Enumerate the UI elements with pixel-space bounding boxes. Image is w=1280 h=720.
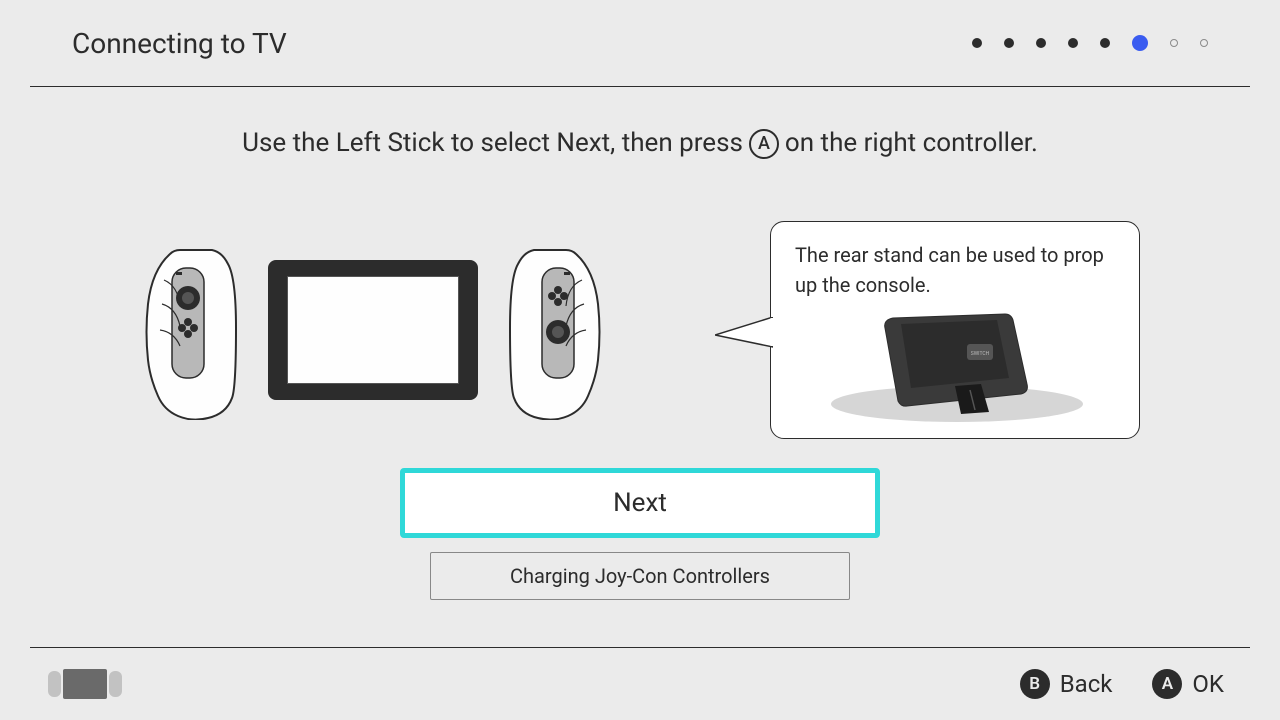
left-hand-joycon-icon — [140, 240, 240, 420]
console-kickstand-icon: SWITCH — [827, 308, 1087, 423]
step-dot — [1068, 38, 1078, 48]
b-button-icon: B — [1020, 669, 1050, 699]
next-button[interactable]: Next — [400, 468, 880, 538]
console-screen-icon — [287, 276, 459, 384]
instruction-pre: Use the Left Stick to select Next, then … — [242, 128, 743, 158]
step-dot — [1200, 39, 1208, 47]
page-title: Connecting to TV — [72, 27, 287, 60]
a-button-icon: A — [749, 129, 779, 159]
right-hand-joycon-icon — [506, 240, 606, 420]
callout-text: The rear stand can be used to prop up th… — [795, 240, 1119, 300]
charging-joycon-button[interactable]: Charging Joy-Con Controllers — [430, 552, 850, 600]
step-dot — [1170, 39, 1178, 47]
back-action[interactable]: B Back — [1020, 669, 1113, 699]
callout-tail-icon — [715, 317, 773, 353]
back-label: Back — [1060, 670, 1113, 698]
controller-status-icon — [48, 667, 122, 701]
console-tablet-icon — [268, 260, 478, 400]
footer: B Back A OK — [0, 648, 1280, 720]
illustration-area: The rear stand can be used to prop up th… — [140, 220, 1140, 440]
step-dot-current — [1132, 35, 1148, 51]
controllers-illustration — [140, 240, 606, 420]
header: Connecting to TV — [0, 0, 1280, 86]
ok-label: OK — [1192, 670, 1224, 698]
divider — [30, 86, 1250, 87]
footer-actions: B Back A OK — [1020, 669, 1224, 699]
step-dot — [1004, 38, 1014, 48]
button-stack: Next Charging Joy-Con Controllers — [0, 468, 1280, 600]
step-dot — [972, 38, 982, 48]
a-button-icon: A — [1152, 669, 1182, 699]
step-indicator — [972, 35, 1208, 51]
svg-text:SWITCH: SWITCH — [971, 351, 990, 357]
ok-action[interactable]: A OK — [1152, 669, 1224, 699]
instruction-text: Use the Left Stick to select Next, then … — [0, 128, 1280, 158]
step-dot — [1100, 38, 1110, 48]
info-callout: The rear stand can be used to prop up th… — [770, 221, 1140, 439]
step-dot — [1036, 38, 1046, 48]
instruction-post: on the right controller. — [785, 128, 1038, 158]
